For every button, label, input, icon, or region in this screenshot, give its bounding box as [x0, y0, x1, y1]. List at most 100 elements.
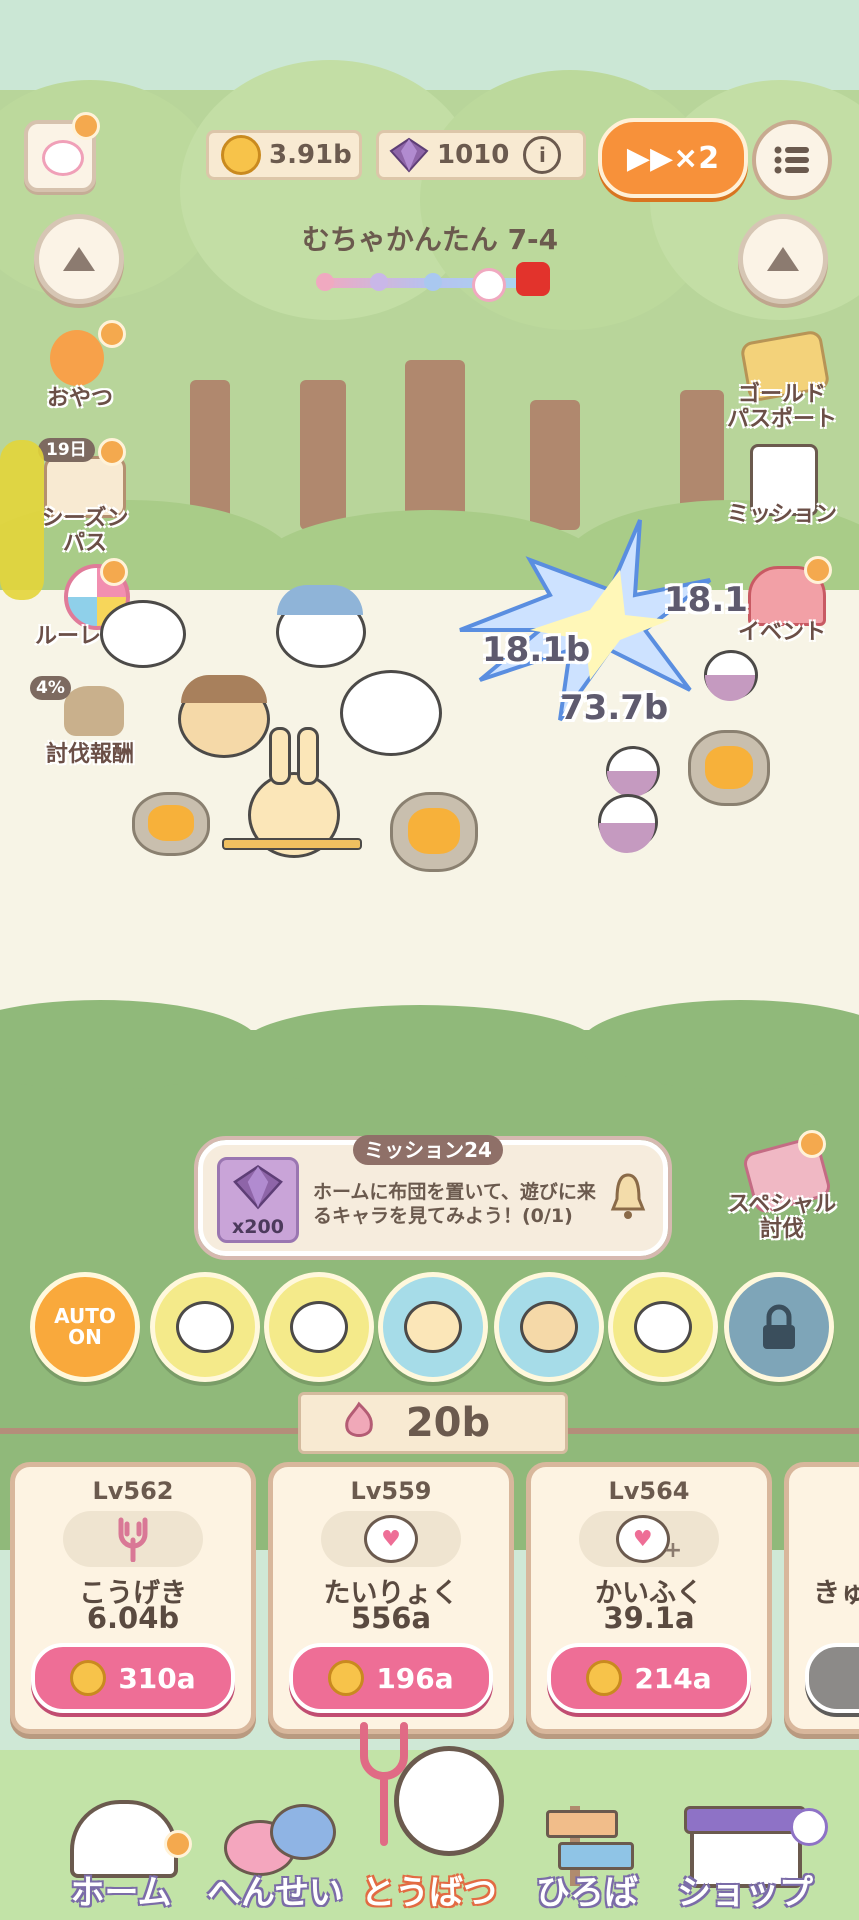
- rock-enemy: [390, 792, 478, 872]
- nav-home[interactable]: ホーム: [46, 1800, 196, 1920]
- subjugation-reward-label: 討伐報酬: [45, 742, 134, 767]
- enemy-onigiri: [704, 650, 758, 701]
- notification-dot: [804, 556, 832, 584]
- character-face-icon: [404, 1301, 462, 1353]
- notification-dot: [164, 1830, 192, 1858]
- upgrade-buy-button[interactable]: 214a: [547, 1643, 751, 1713]
- list-menu-icon: [774, 146, 809, 174]
- reward-bag-icon: [64, 686, 124, 736]
- boss-siren-icon: [516, 262, 550, 296]
- bunny-ear: [269, 727, 291, 785]
- auto-toggle-button[interactable]: AUTO ON: [30, 1272, 140, 1382]
- damage-number: 73.7b: [560, 688, 669, 728]
- upgrade-amount: 6.04b: [86, 1601, 180, 1635]
- left-collapse-button[interactable]: [34, 214, 124, 304]
- skill-slot-locked[interactable]: [724, 1272, 834, 1382]
- skill-slot-2[interactable]: [264, 1272, 374, 1382]
- damage-number: 18.1b: [482, 630, 591, 670]
- mission-reward: x200: [217, 1157, 299, 1243]
- rock-enemy: [132, 792, 210, 856]
- notification-dot: [72, 112, 100, 140]
- upgrade-level: Lv562: [92, 1477, 174, 1505]
- coin-icon: [221, 135, 261, 175]
- skill-slot-1[interactable]: [150, 1272, 260, 1382]
- nav-plaza[interactable]: ひろば: [512, 1800, 662, 1920]
- snack-label: おやつ: [46, 386, 113, 411]
- gem-counter: 1010 i: [376, 130, 586, 180]
- notification-dot: [100, 558, 128, 586]
- special-subjugation-button[interactable]: スペシャル 討伐: [712, 1130, 852, 1250]
- mission-banner[interactable]: x200 ミッション24 ホームに布団を置いて、遊びに来るキャラを見てみよう！(…: [194, 1135, 672, 1260]
- coin-counter: 3.91b: [206, 130, 362, 180]
- gem-value: 1010: [437, 140, 510, 170]
- upgrade-amount: 556a: [350, 1601, 432, 1635]
- mission-description: ホームに布団を置いて、遊びに来るキャラを見てみよう！(0/1): [313, 1181, 596, 1227]
- nav-shop-label: ショップ: [677, 1873, 813, 1913]
- event-label: イベント: [737, 620, 826, 645]
- reward-percent-badge: 4%: [30, 676, 71, 700]
- upgrade-buy-button[interactable]: 310a: [31, 1643, 235, 1713]
- power-sign: 20b: [298, 1392, 568, 1454]
- upgrade-card-partial: きゅ: [784, 1462, 859, 1734]
- damage-number: 18.1: [664, 580, 748, 620]
- flame-weapon-icon: [345, 1401, 373, 1437]
- gem-icon: [389, 137, 429, 173]
- coin-icon: [328, 1660, 365, 1696]
- blue-cap: [277, 585, 363, 615]
- nav-formation[interactable]: へんせい: [200, 1800, 350, 1920]
- upgrade-buy-button[interactable]: 196a: [289, 1643, 493, 1713]
- coin-icon: [586, 1660, 623, 1696]
- nav-battle[interactable]: とうばつ: [344, 1716, 514, 1920]
- heal-icon: ♥ +: [579, 1511, 719, 1567]
- skill-slot-5[interactable]: [608, 1272, 718, 1382]
- speed-label: ▶▶×2: [626, 140, 720, 176]
- progress-node: [424, 273, 442, 291]
- season-pass-button[interactable]: 19日 シーズン パス: [30, 438, 140, 556]
- mission-reward-count: x200: [232, 1216, 284, 1238]
- upgrade-card-attack: Lv562 こうげき 6.04b 310a: [10, 1462, 256, 1734]
- staff-weapon: [222, 838, 362, 850]
- menu-button[interactable]: [752, 120, 832, 200]
- nav-shop[interactable]: ショップ: [670, 1800, 828, 1920]
- special-subjugation-label: スペシャル 討伐: [727, 1192, 837, 1243]
- upgrade-card-recovery: Lv564 ♥ + かいふく 39.1a 214a: [526, 1462, 772, 1734]
- nav-battle-label: とうばつ: [361, 1873, 497, 1913]
- brown-top: [181, 675, 267, 703]
- character-face-icon: [176, 1301, 234, 1353]
- character-momonga: [100, 600, 186, 668]
- character-hachiware: [276, 585, 366, 668]
- upgrade-buy-button[interactable]: [805, 1643, 859, 1713]
- right-collapse-button[interactable]: [738, 214, 828, 304]
- nav-home-label: ホーム: [70, 1873, 172, 1913]
- enemy-onigiri: [606, 746, 660, 797]
- tree-trunk: [300, 380, 346, 530]
- character-face-icon: [290, 1301, 348, 1353]
- mission-button[interactable]: ミッション: [712, 440, 852, 530]
- enemy-yellow-edge: [0, 440, 44, 600]
- mission-title: ミッション24: [353, 1135, 503, 1165]
- skill-slot-3[interactable]: [378, 1272, 488, 1382]
- heart-icon: ♥: [321, 1511, 461, 1567]
- upgrade-card-stamina: Lv559 ♥ たいりょく 556a 196a: [268, 1462, 514, 1734]
- coin-value: 3.91b: [269, 140, 352, 170]
- enemy-onigiri: [598, 794, 658, 853]
- skill-slot-4[interactable]: [494, 1272, 604, 1382]
- upgrade-level: Lv564: [608, 1477, 690, 1505]
- formation-icon: [270, 1804, 336, 1860]
- subjugation-reward-button[interactable]: 4% 討伐報酬: [20, 672, 160, 772]
- character-kurimanju: [178, 675, 270, 758]
- upgrade-amount: 39.1a: [603, 1601, 695, 1635]
- speed-toggle-button[interactable]: ▶▶×2: [598, 118, 748, 198]
- progress-node: [316, 273, 334, 291]
- notification-dot: [98, 438, 126, 466]
- snack-button[interactable]: おやつ: [40, 320, 126, 411]
- progress-node: [370, 273, 388, 291]
- upgrade-cost: 214a: [634, 1661, 712, 1695]
- game-screen: 3.91b 1010 i ▶▶×2 むちゃかんたん 7-4 おやつ 19日 シー…: [0, 0, 859, 1920]
- lock-icon: [763, 1304, 795, 1349]
- power-value: 20b: [405, 1400, 491, 1446]
- info-icon[interactable]: i: [523, 136, 562, 174]
- nav-plaza-label: ひろば: [536, 1873, 638, 1913]
- timer-icon: [790, 1808, 828, 1846]
- gold-passport-button[interactable]: ゴールド パスポート: [712, 326, 852, 436]
